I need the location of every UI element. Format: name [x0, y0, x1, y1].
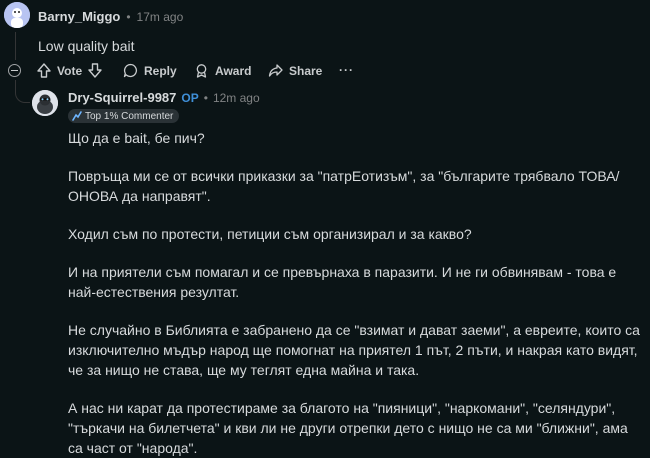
op-badge: OP: [181, 90, 199, 105]
reply-time[interactable]: 12m ago: [213, 91, 260, 105]
reply-paragraph: Повръща ми се от всички приказки за "пат…: [68, 168, 620, 204]
vote-label: Vote: [57, 63, 83, 78]
reply-icon: [123, 63, 138, 78]
reply-body: Що да е bait, бе пич? Повръща ми се от в…: [68, 128, 643, 458]
comment-header: Barny_Miggo • 17m ago: [38, 9, 183, 24]
share-label: Share: [289, 63, 323, 78]
flair-label: Top 1% Commenter: [85, 110, 174, 122]
share-button[interactable]: Share: [268, 63, 322, 78]
collapse-button[interactable]: [8, 64, 21, 77]
reply-paragraph: Ходил съм по протести, петиции съм орган…: [68, 226, 472, 242]
award-icon: [196, 64, 207, 78]
vote-control: Vote: [37, 63, 102, 78]
more-options-icon: ···: [339, 63, 354, 77]
comment-time[interactable]: 17m ago: [137, 10, 184, 24]
comment-author[interactable]: Barny_Miggo: [38, 9, 120, 24]
reply-paragraph: Не случайно в Библията е забранено да се…: [68, 322, 640, 378]
dot-separator: •: [203, 90, 208, 105]
reply-paragraph: И на приятели съм помагал и се превърнах…: [68, 264, 617, 300]
share-icon: [268, 64, 283, 77]
thread-connector: [15, 80, 30, 103]
dot-separator: •: [126, 9, 131, 24]
award-label: Award: [215, 63, 252, 78]
flair-icon: [72, 111, 82, 121]
downvote-icon[interactable]: [88, 63, 102, 78]
reply-label: Reply: [144, 63, 177, 78]
avatar[interactable]: [4, 2, 30, 28]
award-button[interactable]: Award: [194, 63, 251, 78]
comment-body: Low quality bait: [38, 38, 135, 54]
reply-paragraph: А нас ни карат да протестираме за благот…: [68, 400, 628, 456]
reply-author[interactable]: Dry-Squirrel-9987: [68, 90, 176, 105]
reply-paragraph: Що да е bait, бе пич?: [68, 130, 205, 146]
reply-button[interactable]: Reply: [123, 63, 177, 78]
reply-avatar[interactable]: [32, 90, 58, 116]
user-flair: Top 1% Commenter: [68, 109, 180, 123]
squirrel-avatar-icon: [32, 90, 58, 116]
thread-line[interactable]: [15, 32, 16, 60]
reply-header: Dry-Squirrel-9987 OP • 12m ago: [68, 90, 260, 105]
upvote-icon[interactable]: [37, 63, 51, 78]
avatar-icon: [4, 2, 30, 28]
more-options-button[interactable]: ···: [339, 63, 354, 77]
